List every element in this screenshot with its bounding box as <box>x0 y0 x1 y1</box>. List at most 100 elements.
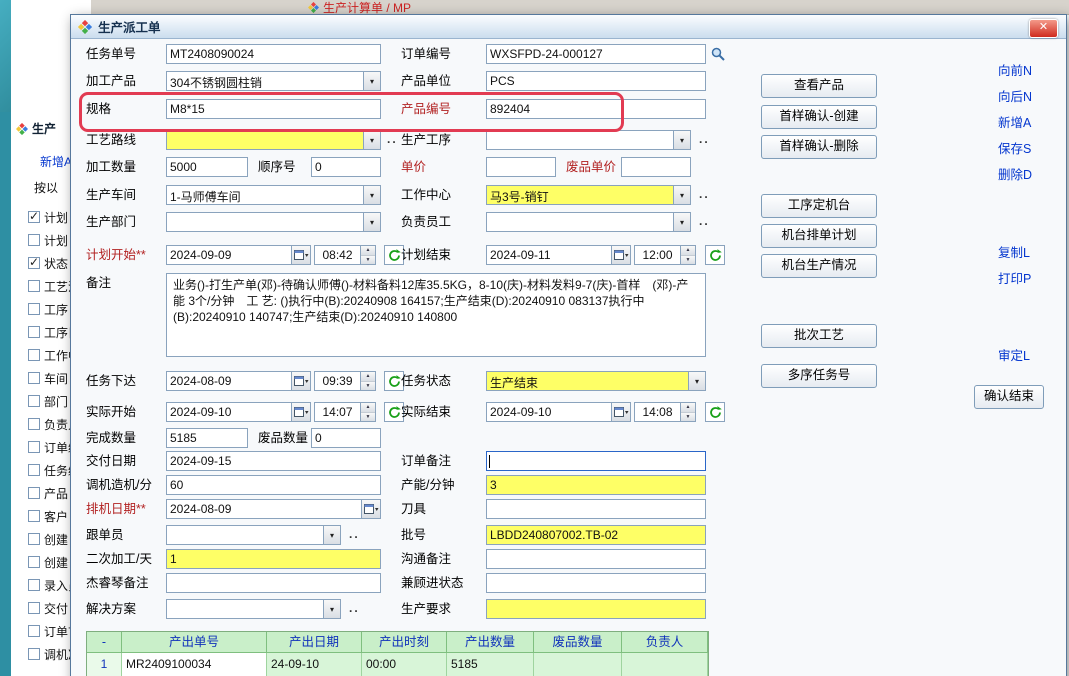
task-status-combo[interactable]: 生产结束▾ <box>486 371 706 391</box>
machine-status-button[interactable]: 机台生产情况 <box>761 254 877 278</box>
filter-item[interactable]: 状态 <box>28 255 68 271</box>
checkbox[interactable] <box>28 648 40 660</box>
unit-input[interactable]: PCS <box>486 71 706 91</box>
checkbox[interactable] <box>28 625 40 637</box>
setup-min-input[interactable]: 60 <box>166 475 381 495</box>
checkbox[interactable] <box>28 510 40 522</box>
follower-combo[interactable]: ▾ <box>166 525 341 545</box>
dialog-titlebar[interactable]: 生产派工单 ✕ <box>71 15 1066 39</box>
plan-start-date[interactable]: 2024-09-09 <box>166 245 311 265</box>
time-spinner[interactable]: ▲▼ <box>680 403 695 421</box>
station-assign-button[interactable]: 工序定机台 <box>761 194 877 218</box>
checkbox[interactable] <box>28 533 40 545</box>
actual-start-time[interactable]: 14:07▲▼ <box>314 402 376 422</box>
actual-start-date[interactable]: 2024-09-10 <box>166 402 311 422</box>
batch-craft-button[interactable]: 批次工艺 <box>761 324 877 348</box>
checkbox[interactable] <box>28 464 40 476</box>
time-spinner[interactable]: ▲▼ <box>360 246 375 264</box>
filter-item[interactable]: 车间 <box>28 370 68 386</box>
browse-dots-button[interactable]: .. <box>387 130 398 150</box>
capacity-input[interactable]: 3 <box>486 475 706 495</box>
scrap-price-input[interactable] <box>621 157 691 177</box>
nav-prev-link[interactable]: 向前N <box>998 60 1032 79</box>
browse-dots-button[interactable]: .. <box>349 525 360 545</box>
product-code-input[interactable]: 892404 <box>486 99 706 119</box>
checkbox-checked[interactable] <box>28 257 40 269</box>
workshop-combo[interactable]: 1-马师傅车间▾ <box>166 185 381 205</box>
time-spinner[interactable]: ▲▼ <box>360 372 375 390</box>
checkbox[interactable] <box>28 326 40 338</box>
checkbox[interactable] <box>28 234 40 246</box>
route-combo[interactable]: ▾ <box>166 130 381 150</box>
task-no-input[interactable]: MT2408090024 <box>166 44 381 64</box>
checkbox[interactable] <box>28 441 40 453</box>
spec-input[interactable]: M8*15 <box>166 99 381 119</box>
comm-remark-input[interactable] <box>486 549 706 569</box>
done-qty-input[interactable]: 5185 <box>166 428 248 448</box>
checkbox[interactable] <box>28 579 40 591</box>
actual-end-date[interactable]: 2024-09-10 <box>486 402 631 422</box>
checkbox-checked[interactable] <box>28 211 40 223</box>
browse-dots-button[interactable]: .. <box>349 599 360 619</box>
add-link[interactable]: 新增A <box>998 112 1031 131</box>
approve-link[interactable]: 审定L <box>998 345 1030 364</box>
confirm-end-button[interactable]: 确认结束 <box>974 385 1044 409</box>
checkbox[interactable] <box>28 602 40 614</box>
view-product-button[interactable]: 查看产品 <box>761 74 877 98</box>
browse-dots-button[interactable]: .. <box>699 212 710 232</box>
solution-combo[interactable]: ▾ <box>166 599 341 619</box>
prod-req-input[interactable] <box>486 599 706 619</box>
checkbox[interactable] <box>28 372 40 384</box>
save-link[interactable]: 保存S <box>998 138 1031 157</box>
nav-next-link[interactable]: 向后N <box>998 86 1032 105</box>
plan-end-date[interactable]: 2024-09-11 <box>486 245 631 265</box>
machine-plan-button[interactable]: 机台排单计划 <box>761 224 877 248</box>
filter-item[interactable]: 部门 <box>28 393 68 409</box>
batch-input[interactable]: LBDD240807002.TB-02 <box>486 525 706 545</box>
follow-status-input[interactable] <box>486 573 706 593</box>
time-spinner[interactable]: ▲▼ <box>680 246 695 264</box>
multi-task-button[interactable]: 多序任务号 <box>761 364 877 388</box>
sample-create-button[interactable]: 首样确认-创建 <box>761 105 877 129</box>
close-button[interactable]: ✕ <box>1029 19 1058 38</box>
staff-combo[interactable]: ▾ <box>486 212 691 232</box>
sample-delete-button[interactable]: 首样确认-删除 <box>761 135 877 159</box>
print-link[interactable]: 打印P <box>998 268 1031 287</box>
price-input[interactable] <box>486 157 556 177</box>
time-spinner[interactable]: ▲▼ <box>360 403 375 421</box>
dept-combo[interactable]: ▾ <box>166 212 381 232</box>
search-icon[interactable] <box>710 46 726 65</box>
seq-input[interactable]: 0 <box>311 157 381 177</box>
task-issue-date[interactable]: 2024-08-09 <box>166 371 311 391</box>
sched-date-picker[interactable]: 2024-08-09 <box>166 499 381 519</box>
task-issue-time[interactable]: 09:39▲▼ <box>314 371 376 391</box>
browse-dots-button[interactable]: .. <box>699 130 710 150</box>
sidebar-add-link[interactable]: 新增A <box>40 153 72 170</box>
process-combo[interactable]: ▾ <box>486 130 691 150</box>
filter-item[interactable]: 客户 <box>28 508 68 524</box>
checkbox[interactable] <box>28 395 40 407</box>
checkbox[interactable] <box>28 487 40 499</box>
checkbox[interactable] <box>28 303 40 315</box>
order-remark-input[interactable] <box>486 451 706 471</box>
work-center-combo[interactable]: 马3号-销钉▾ <box>486 185 691 205</box>
order-no-input[interactable]: WXSFPD-24-000127 <box>486 44 706 64</box>
remark-textarea[interactable]: 业务()-打生产单(邓)-待确认师傅()-材料备料12库35.5KG，8-10(… <box>166 273 706 357</box>
tool-input[interactable] <box>486 499 706 519</box>
jrq-remark-input[interactable] <box>166 573 381 593</box>
checkbox[interactable] <box>28 349 40 361</box>
table-row[interactable]: 1 MR2409100034 24-09-10 00:00 5185 <box>87 653 708 676</box>
plan-start-time[interactable]: 08:42▲▼ <box>314 245 376 265</box>
background-tab[interactable]: 生产计算单 / MP <box>308 0 411 14</box>
delivery-date-input[interactable]: 2024-09-15 <box>166 451 381 471</box>
qty-input[interactable]: 5000 <box>166 157 248 177</box>
scrap-qty-input[interactable]: 0 <box>311 428 381 448</box>
checkbox[interactable] <box>28 280 40 292</box>
second-proc-input[interactable]: 1 <box>166 549 381 569</box>
product-combo[interactable]: 304不锈钢圆柱销▾ <box>166 71 381 91</box>
filter-item[interactable]: 工序 <box>28 301 68 317</box>
copy-link[interactable]: 复制L <box>998 242 1030 261</box>
checkbox[interactable] <box>28 418 40 430</box>
checkbox[interactable] <box>28 556 40 568</box>
refresh-icon[interactable] <box>705 245 725 265</box>
